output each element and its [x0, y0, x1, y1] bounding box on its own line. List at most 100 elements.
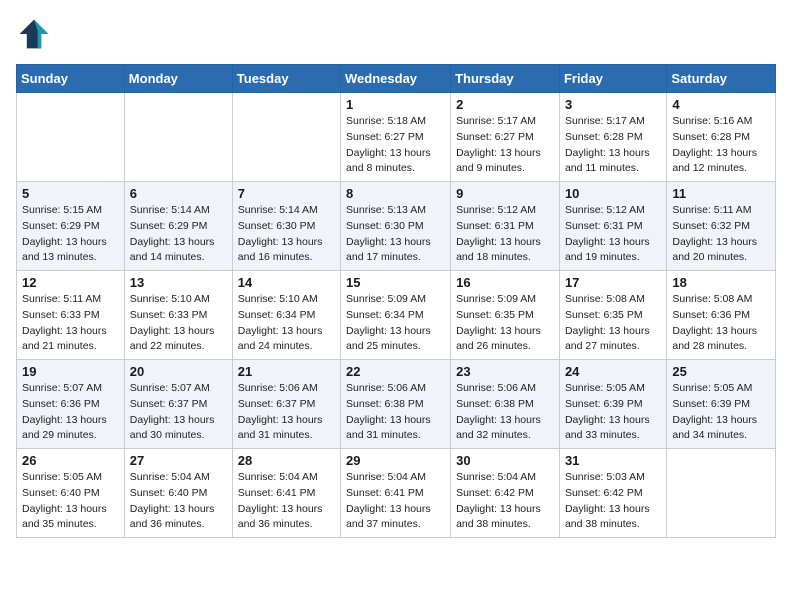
calendar-cell: 20Sunrise: 5:07 AM Sunset: 6:37 PM Dayli…	[124, 360, 232, 449]
day-number: 22	[346, 364, 445, 379]
calendar-cell: 18Sunrise: 5:08 AM Sunset: 6:36 PM Dayli…	[667, 271, 776, 360]
day-number: 28	[238, 453, 335, 468]
calendar-cell: 23 Sunrise: 5:06 AM Sunset: 6:38 PM Dayli…	[451, 360, 560, 449]
weekday-header-monday: Monday	[124, 65, 232, 93]
day-number: 11	[672, 186, 770, 201]
day-number: 1	[346, 97, 445, 112]
calendar-week-1: 1 Sunrise: 5:18 AM Sunset: 6:27 PM Daylig…	[17, 93, 776, 182]
day-number: 7	[238, 186, 335, 201]
day-info: Sunrise: 5:11 AM Sunset: 6:32 PM Dayligh…	[672, 203, 770, 266]
calendar-cell: 15Sunrise: 5:09 AM Sunset: 6:34 PM Dayli…	[341, 271, 451, 360]
day-number: 5	[22, 186, 119, 201]
logo	[16, 16, 58, 52]
calendar-cell	[124, 93, 232, 182]
weekday-header-sunday: Sunday	[17, 65, 125, 93]
day-info: Sunrise: 5:04 AM Sunset: 6:40 PM Dayligh…	[130, 470, 227, 533]
weekday-header-row: SundayMondayTuesdayWednesdayThursdayFrid…	[17, 65, 776, 93]
day-number: 17	[565, 275, 661, 290]
day-info: Sunrise: 5:12 AM Sunset: 6:31 PM Dayligh…	[565, 203, 661, 266]
day-number: 14	[238, 275, 335, 290]
day-info: Sunrise: 5:04 AM Sunset: 6:42 PM Dayligh…	[456, 470, 554, 533]
calendar-cell: 3 Sunrise: 5:17 AM Sunset: 6:28 PM Daylig…	[559, 93, 666, 182]
day-info: Sunrise: 5:04 AM Sunset: 6:41 PM Dayligh…	[238, 470, 335, 533]
calendar-cell: 7Sunrise: 5:14 AM Sunset: 6:30 PM Daylig…	[232, 182, 340, 271]
day-info: Sunrise: 5:16 AM Sunset: 6:28 PM Dayligh…	[672, 114, 770, 177]
day-info: Sunrise: 5:07 AM Sunset: 6:36 PM Dayligh…	[22, 381, 119, 444]
calendar-cell: 8 Sunrise: 5:13 AM Sunset: 6:30 PM Daylig…	[341, 182, 451, 271]
day-number: 23	[456, 364, 554, 379]
calendar-cell: 19 Sunrise: 5:07 AM Sunset: 6:36 PM Dayli…	[17, 360, 125, 449]
day-info: Sunrise: 5:06 AM Sunset: 6:37 PM Dayligh…	[238, 381, 335, 444]
calendar-cell: 11 Sunrise: 5:11 AM Sunset: 6:32 PM Dayli…	[667, 182, 776, 271]
calendar-cell: 5 Sunrise: 5:15 AM Sunset: 6:29 PM Daylig…	[17, 182, 125, 271]
day-number: 26	[22, 453, 119, 468]
calendar-week-3: 12 Sunrise: 5:11 AM Sunset: 6:33 PM Dayli…	[17, 271, 776, 360]
calendar-week-5: 26 Sunrise: 5:05 AM Sunset: 6:40 PM Dayli…	[17, 449, 776, 538]
day-number: 9	[456, 186, 554, 201]
calendar-cell	[17, 93, 125, 182]
day-info: Sunrise: 5:13 AM Sunset: 6:30 PM Dayligh…	[346, 203, 445, 266]
day-info: Sunrise: 5:07 AM Sunset: 6:37 PM Dayligh…	[130, 381, 227, 444]
weekday-header-thursday: Thursday	[451, 65, 560, 93]
day-number: 10	[565, 186, 661, 201]
weekday-header-wednesday: Wednesday	[341, 65, 451, 93]
day-info: Sunrise: 5:05 AM Sunset: 6:40 PM Dayligh…	[22, 470, 119, 533]
day-info: Sunrise: 5:08 AM Sunset: 6:35 PM Dayligh…	[565, 292, 661, 355]
calendar-cell	[232, 93, 340, 182]
calendar-cell: 16Sunrise: 5:09 AM Sunset: 6:35 PM Dayli…	[451, 271, 560, 360]
day-number: 24	[565, 364, 661, 379]
day-number: 13	[130, 275, 227, 290]
calendar-cell: 27 Sunrise: 5:04 AM Sunset: 6:40 PM Dayli…	[124, 449, 232, 538]
day-info: Sunrise: 5:10 AM Sunset: 6:34 PM Dayligh…	[238, 292, 335, 355]
day-info: Sunrise: 5:12 AM Sunset: 6:31 PM Dayligh…	[456, 203, 554, 266]
calendar-cell	[667, 449, 776, 538]
day-number: 27	[130, 453, 227, 468]
calendar-cell: 9 Sunrise: 5:12 AM Sunset: 6:31 PM Daylig…	[451, 182, 560, 271]
day-info: Sunrise: 5:03 AM Sunset: 6:42 PM Dayligh…	[565, 470, 661, 533]
day-number: 12	[22, 275, 119, 290]
weekday-header-saturday: Saturday	[667, 65, 776, 93]
day-number: 4	[672, 97, 770, 112]
calendar-week-4: 19 Sunrise: 5:07 AM Sunset: 6:36 PM Dayli…	[17, 360, 776, 449]
day-info: Sunrise: 5:14 AM Sunset: 6:29 PM Dayligh…	[130, 203, 227, 266]
calendar-cell: 31 Sunrise: 5:03 AM Sunset: 6:42 PM Dayli…	[559, 449, 666, 538]
day-number: 21	[238, 364, 335, 379]
day-number: 29	[346, 453, 445, 468]
day-info: Sunrise: 5:05 AM Sunset: 6:39 PM Dayligh…	[565, 381, 661, 444]
day-number: 16	[456, 275, 554, 290]
calendar-cell: 1 Sunrise: 5:18 AM Sunset: 6:27 PM Daylig…	[341, 93, 451, 182]
calendar-cell: 10 Sunrise: 5:12 AM Sunset: 6:31 PM Dayli…	[559, 182, 666, 271]
day-info: Sunrise: 5:17 AM Sunset: 6:28 PM Dayligh…	[565, 114, 661, 177]
calendar-cell: 30Sunrise: 5:04 AM Sunset: 6:42 PM Dayli…	[451, 449, 560, 538]
calendar-cell: 2 Sunrise: 5:17 AM Sunset: 6:27 PM Daylig…	[451, 93, 560, 182]
calendar-cell: 14 Sunrise: 5:10 AM Sunset: 6:34 PM Dayli…	[232, 271, 340, 360]
calendar-cell: 29 Sunrise: 5:04 AM Sunset: 6:41 PM Dayli…	[341, 449, 451, 538]
day-number: 6	[130, 186, 227, 201]
logo-icon	[16, 16, 52, 52]
day-number: 31	[565, 453, 661, 468]
calendar-table: SundayMondayTuesdayWednesdayThursdayFrid…	[16, 64, 776, 538]
day-number: 25	[672, 364, 770, 379]
calendar-cell: 26 Sunrise: 5:05 AM Sunset: 6:40 PM Dayli…	[17, 449, 125, 538]
day-info: Sunrise: 5:18 AM Sunset: 6:27 PM Dayligh…	[346, 114, 445, 177]
calendar-cell: 13Sunrise: 5:10 AM Sunset: 6:33 PM Dayli…	[124, 271, 232, 360]
day-number: 15	[346, 275, 445, 290]
page-header	[16, 16, 776, 52]
day-info: Sunrise: 5:06 AM Sunset: 6:38 PM Dayligh…	[456, 381, 554, 444]
day-number: 8	[346, 186, 445, 201]
day-info: Sunrise: 5:06 AM Sunset: 6:38 PM Dayligh…	[346, 381, 445, 444]
day-info: Sunrise: 5:17 AM Sunset: 6:27 PM Dayligh…	[456, 114, 554, 177]
day-number: 19	[22, 364, 119, 379]
day-info: Sunrise: 5:05 AM Sunset: 6:39 PM Dayligh…	[672, 381, 770, 444]
weekday-header-tuesday: Tuesday	[232, 65, 340, 93]
day-info: Sunrise: 5:11 AM Sunset: 6:33 PM Dayligh…	[22, 292, 119, 355]
calendar-cell: 22 Sunrise: 5:06 AM Sunset: 6:38 PM Dayli…	[341, 360, 451, 449]
day-info: Sunrise: 5:15 AM Sunset: 6:29 PM Dayligh…	[22, 203, 119, 266]
day-number: 2	[456, 97, 554, 112]
calendar-cell: 21 Sunrise: 5:06 AM Sunset: 6:37 PM Dayli…	[232, 360, 340, 449]
calendar-cell: 6 Sunrise: 5:14 AM Sunset: 6:29 PM Daylig…	[124, 182, 232, 271]
calendar-cell: 25 Sunrise: 5:05 AM Sunset: 6:39 PM Dayli…	[667, 360, 776, 449]
day-number: 3	[565, 97, 661, 112]
calendar-cell: 24 Sunrise: 5:05 AM Sunset: 6:39 PM Dayli…	[559, 360, 666, 449]
day-info: Sunrise: 5:04 AM Sunset: 6:41 PM Dayligh…	[346, 470, 445, 533]
